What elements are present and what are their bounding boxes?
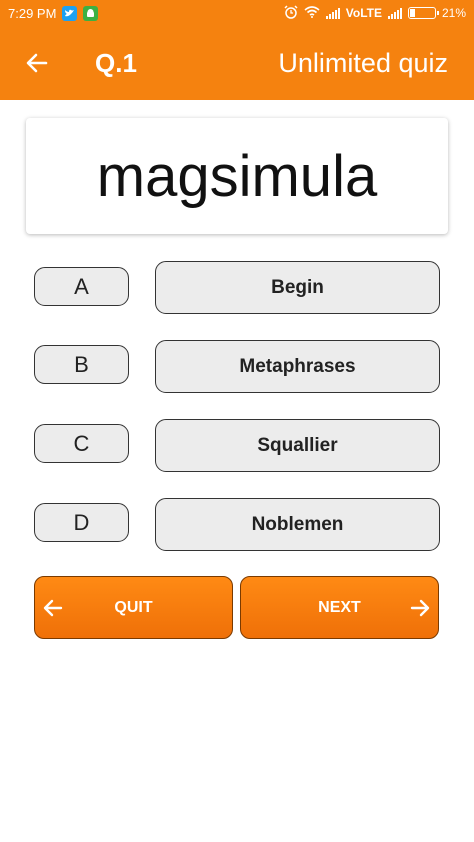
option-c-button[interactable]: Squallier	[155, 419, 440, 472]
next-label: NEXT	[318, 598, 361, 616]
option-d-button[interactable]: Noblemen	[155, 498, 440, 551]
signal-icon-2	[387, 7, 402, 19]
option-letter: D	[73, 509, 90, 535]
arrow-left-icon	[43, 599, 63, 617]
option-a-letter-button[interactable]: A	[34, 267, 129, 306]
option-text: Noblemen	[251, 513, 344, 535]
wifi-icon	[304, 5, 320, 21]
option-a-button[interactable]: Begin	[155, 261, 440, 314]
next-button[interactable]: NEXT	[240, 576, 439, 639]
option-text: Begin	[271, 276, 324, 298]
status-bar-right: VoLTE 21%	[284, 4, 466, 22]
battery-percent: 21%	[441, 6, 466, 20]
option-b-letter-button[interactable]: B	[34, 345, 129, 384]
app-title: Unlimited quiz	[278, 48, 448, 78]
arrow-right-icon	[410, 599, 430, 617]
option-text: Squallier	[257, 434, 338, 456]
quit-label: QUIT	[114, 598, 153, 616]
network-type: VoLTE	[345, 6, 382, 20]
option-b-button[interactable]: Metaphrases	[155, 340, 440, 393]
back-button[interactable]	[22, 48, 52, 78]
signal-icon	[325, 7, 340, 19]
question-number: Q.1	[95, 48, 137, 78]
status-bar: 7:29 PM VoLTE 21%	[0, 0, 474, 26]
question-card: magsimula	[26, 118, 448, 234]
twitter-icon	[62, 5, 78, 21]
question-word: magsimula	[96, 143, 378, 209]
quit-button[interactable]: QUIT	[34, 576, 233, 639]
alarm-icon	[284, 4, 298, 22]
option-d-letter-button[interactable]: D	[34, 503, 129, 542]
android-icon	[83, 5, 99, 21]
status-bar-left: 7:29 PM	[8, 5, 99, 21]
option-letter: A	[74, 273, 89, 299]
app-bar: Q.1 Unlimited quiz	[0, 26, 474, 100]
status-time: 7:29 PM	[8, 5, 57, 21]
option-letter: B	[74, 351, 89, 377]
battery-icon	[407, 7, 439, 19]
option-c-letter-button[interactable]: C	[34, 424, 129, 463]
option-text: Metaphrases	[239, 355, 356, 377]
option-letter: C	[73, 430, 90, 456]
arrow-left-icon	[26, 53, 48, 73]
